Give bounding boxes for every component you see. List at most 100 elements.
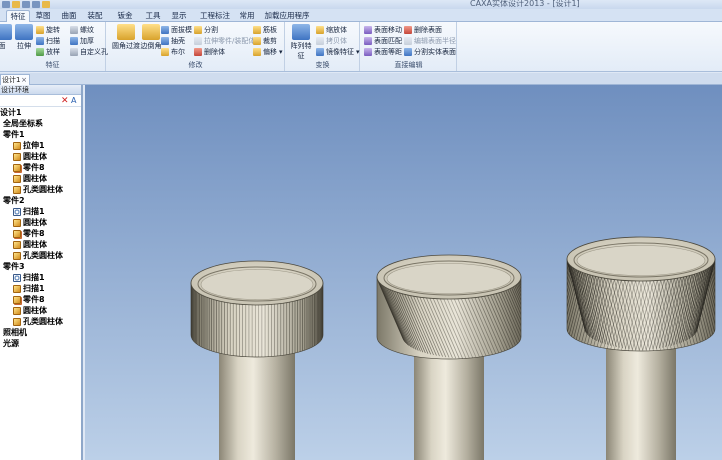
boolean-icon	[161, 48, 169, 56]
tab-sheetmetal[interactable]: 钣金	[114, 10, 136, 22]
split-face-button[interactable]: 分割实体表面	[404, 47, 456, 57]
delete-icon[interactable]: ✕	[61, 96, 69, 106]
tree-node[interactable]: 圆柱体	[0, 305, 81, 316]
offset-button[interactable]: 偏移 ▾	[253, 47, 283, 57]
trim-icon	[253, 37, 261, 45]
stretch-label: 拉伸	[17, 42, 31, 50]
tab-sketch[interactable]: 草图	[32, 10, 54, 22]
tree-node[interactable]: 圆柱体	[0, 151, 81, 162]
array-label: 阵列特征	[290, 42, 312, 60]
thicken-button[interactable]: 加厚	[70, 36, 94, 46]
scale-body-button[interactable]: 缩放体	[316, 25, 347, 35]
shell-button[interactable]: 抽壳	[161, 36, 185, 46]
split-face-label: 分割实体表面	[414, 48, 456, 56]
thread-button[interactable]: 螺纹	[70, 25, 94, 35]
draft-icon	[161, 26, 169, 34]
stretch-part-button[interactable]: 拉伸零件/装配体	[194, 36, 255, 46]
split-button[interactable]: 分割	[194, 25, 218, 35]
tree-node[interactable]: 全局坐标系	[0, 118, 81, 129]
scene-canvas[interactable]	[85, 85, 722, 460]
tree-node[interactable]: 扫描1	[0, 206, 81, 217]
face-offset-button[interactable]: 表面等距	[364, 47, 402, 57]
sweep-button[interactable]: 扫描	[36, 36, 60, 46]
ribbon-tabs: 特征 草图 曲面 装配 钣金 工具 显示 工程标注 常用 加载应用程序	[0, 9, 722, 22]
undo-icon[interactable]	[32, 1, 40, 8]
save-icon[interactable]	[22, 1, 30, 8]
help-icon[interactable]	[42, 1, 50, 8]
tree-node[interactable]: 孔类圆柱体	[0, 184, 81, 195]
title-bar: CAXA实体设计2013 - [设计1]	[0, 0, 722, 9]
tree-node-label: 零件2	[3, 196, 25, 205]
tab-feature[interactable]: 特征	[6, 10, 30, 22]
close-icon[interactable]: ×	[21, 75, 27, 85]
shell-label: 抽壳	[171, 37, 185, 45]
tree-node-label: 扫描1	[23, 284, 45, 293]
tree-node[interactable]: 圆柱体	[0, 217, 81, 228]
tree-node[interactable]: 零件8	[0, 162, 81, 173]
tree-node-label: 零件8	[23, 295, 45, 304]
tree-node[interactable]: 设计1	[0, 107, 81, 118]
tree-node[interactable]: 零件1	[0, 129, 81, 140]
tab-annotation[interactable]: 工程标注	[198, 10, 232, 22]
tree-node[interactable]: 零件3	[0, 261, 81, 272]
tree-node[interactable]: 圆柱体	[0, 173, 81, 184]
panel-toolbar: ✕ A	[0, 95, 81, 107]
stretch-button[interactable]: 拉伸	[14, 24, 34, 51]
tree-node[interactable]: 拉伸1	[0, 140, 81, 151]
split-face-icon	[404, 48, 412, 56]
tree-node[interactable]: 扫描1	[0, 272, 81, 283]
boolean-label: 布尔	[171, 48, 185, 56]
partial-button[interactable]: 面	[0, 24, 12, 51]
loft-button[interactable]: 放样	[36, 47, 60, 57]
face-move-button[interactable]: 表面移动	[364, 25, 402, 35]
tree-node-label: 圆柱体	[23, 174, 47, 183]
boolean-button[interactable]: 布尔	[161, 47, 185, 57]
trim-button[interactable]: 裁剪	[253, 36, 277, 46]
tab-tools[interactable]: 工具	[142, 10, 164, 22]
tree-node[interactable]: 光源	[0, 338, 81, 349]
mirror-button[interactable]: 镜像特征 ▾	[316, 47, 360, 57]
tab-common[interactable]: 常用	[236, 10, 258, 22]
rotate-button[interactable]: 旋转	[36, 25, 60, 35]
tree-node[interactable]: 照相机	[0, 327, 81, 338]
draft-button[interactable]: 面拔模	[161, 25, 192, 35]
tab-assembly[interactable]: 装配	[84, 10, 106, 22]
rib-button[interactable]: 筋板	[253, 25, 277, 35]
edit-radius-button[interactable]: 编辑表面半径	[404, 36, 456, 46]
tree-node[interactable]: 圆柱体	[0, 239, 81, 250]
chamfer-label: 边倒角	[140, 42, 162, 50]
offset-face-icon	[364, 48, 372, 56]
tree-node[interactable]: 扫描1	[0, 283, 81, 294]
delete-face-button[interactable]: 删除表面	[404, 25, 442, 35]
copy-body-button[interactable]: 拷贝体	[316, 36, 347, 46]
new-icon[interactable]	[2, 1, 10, 8]
sweep-icon	[13, 207, 21, 216]
tree-node[interactable]: 孔类圆柱体	[0, 316, 81, 327]
tree-node[interactable]: 零件2	[0, 195, 81, 206]
face-offset-label: 表面等距	[374, 48, 402, 56]
delete-face-label: 删除表面	[414, 26, 442, 34]
open-icon[interactable]	[12, 1, 20, 8]
thicken-icon	[70, 37, 78, 45]
array-button[interactable]: 阵列特征	[288, 24, 314, 61]
group-direct-edit: 表面移动 表面匹配 表面等距 删除表面 编辑表面半径 分割实体表面 直接编辑	[361, 22, 457, 71]
tree-node[interactable]: 孔类圆柱体	[0, 250, 81, 261]
tab-display[interactable]: 显示	[168, 10, 190, 22]
tab-addins[interactable]: 加载应用程序	[264, 10, 310, 22]
feature-icon	[13, 317, 21, 326]
3d-viewport[interactable]	[85, 85, 722, 460]
tree-node-label: 零件8	[23, 163, 45, 172]
tab-surface[interactable]: 曲面	[58, 10, 80, 22]
tree-node-label: 孔类圆柱体	[23, 251, 63, 260]
face-match-button[interactable]: 表面匹配	[364, 36, 402, 46]
tree-node-label: 圆柱体	[23, 218, 47, 227]
rib-icon	[253, 26, 261, 34]
group-modify: 圆角过渡 边倒角 面拔模 抽壳 布尔 分割 拉伸零件/装配体 删除体 筋板 裁剪…	[107, 22, 285, 71]
delete-body-button[interactable]: 删除体	[194, 47, 225, 57]
tree-node[interactable]: 零件8	[0, 228, 81, 239]
custom-hole-button[interactable]: 自定义孔	[70, 47, 108, 57]
tree-node[interactable]: 零件8	[0, 294, 81, 305]
properties-icon[interactable]: A	[71, 96, 76, 106]
document-tab[interactable]: 设计1 ×	[0, 74, 30, 85]
draft-label: 面拔模	[171, 26, 192, 34]
